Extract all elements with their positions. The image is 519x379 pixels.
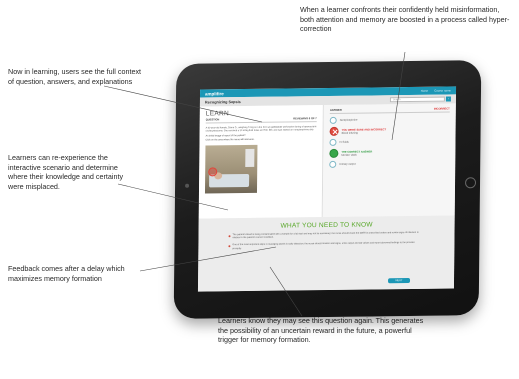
answer-label: ANSWER [329, 108, 342, 112]
question-header: QUESTION REVIEWING 6 OF 7 [205, 117, 317, 124]
question-text: A 62-year-old female, Diane D., weighing… [205, 126, 317, 133]
nav-course-link[interactable]: Course name [434, 88, 451, 92]
top-nav: Home Course name [421, 88, 451, 92]
home-button-icon [464, 177, 477, 189]
incorrect-x-icon [329, 126, 339, 136]
correct-check-icon [329, 148, 339, 158]
question-answer-area: LEARN QUESTION REVIEWING 6 OF 7 A 62-yea… [198, 103, 456, 219]
option-ring-icon [329, 160, 337, 168]
callout-re-experience: Learners can re-experience the interacti… [8, 153, 124, 191]
result-status: INCORRECT [433, 107, 450, 111]
option-text: IV fluids [339, 140, 349, 144]
callout-hyper-correction: When a learner confronts their confident… [300, 5, 510, 33]
learn-bullet: The patient's blood is being contaminate… [228, 232, 424, 241]
answer-option[interactable]: Urinary output [329, 160, 449, 168]
learn-panel: WHAT YOU NEED TO KNOW The patient's bloo… [197, 215, 455, 292]
mode-title: LEARN [205, 110, 230, 118]
tablet-mockup: amplifire Home Course name Recognizing S… [173, 60, 482, 319]
bullet-icon [228, 234, 231, 238]
learn-bullet: One of the most important steps in manag… [228, 242, 424, 251]
callout-learning-context: Now in learning, users see the full cont… [8, 67, 142, 86]
answer-option[interactable]: Norepinephrine [329, 115, 450, 124]
question-label: QUESTION [205, 118, 220, 122]
search-button[interactable]: › [445, 96, 451, 102]
search-input[interactable]: Search [389, 96, 445, 103]
question-panel: LEARN QUESTION REVIEWING 6 OF 7 A 62-yea… [198, 105, 324, 219]
bullet-icon [228, 245, 231, 248]
scenario-image[interactable] [204, 145, 258, 194]
option-text: Blood infusing [341, 131, 358, 135]
camera-icon [185, 183, 190, 188]
option-text: Urinary output [339, 162, 356, 166]
nav-home-link[interactable]: Home [421, 89, 429, 93]
answer-option-correct[interactable]: THE CORRECT ANSWER Monitor vitals [329, 148, 449, 158]
learn-bullet-text: The patient's blood is being contaminate… [232, 231, 419, 240]
tablet-screen: amplifire Home Course name Recognizing S… [197, 86, 457, 292]
question-link[interactable]: An initial image of report of the patien… [206, 134, 317, 137]
answer-option[interactable]: IV fluids [329, 138, 449, 146]
answer-option-wrong[interactable]: YOU WERE SURE AND INCORRECT Blood infusi… [329, 125, 450, 136]
course-title: Recognizing Sepsis [204, 99, 241, 104]
app-logo: amplifire [204, 90, 224, 96]
callout-delayed-feedback: Feedback comes after a delay which maxim… [8, 264, 125, 283]
option-text: Monitor vitals [341, 153, 357, 157]
wall-panel [245, 149, 255, 168]
option-ring-icon [329, 138, 337, 146]
learn-bullet-text: One of the most important steps in manag… [232, 242, 415, 250]
question-prompt: Click on the area where the nurse will i… [205, 139, 255, 142]
learn-title: WHAT YOU NEED TO KNOW [280, 221, 373, 230]
callout-uncertain-reward: Learners know they may see this question… [218, 316, 424, 344]
review-counter: REVIEWING 6 OF 7 [293, 117, 317, 121]
option-ring-icon [329, 116, 337, 124]
answer-header: ANSWER INCORRECT [329, 107, 450, 114]
answer-panel: ANSWER INCORRECT Norepinephrine YOU WERE… [322, 103, 456, 218]
option-text: Norepinephrine [339, 118, 358, 122]
next-button[interactable]: NEXT [388, 277, 411, 284]
